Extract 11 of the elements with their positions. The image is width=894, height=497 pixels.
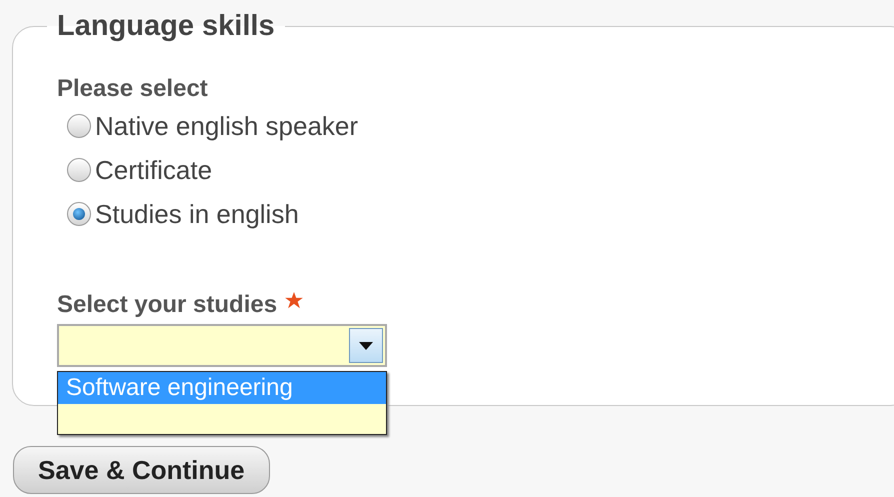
radio-button[interactable]: [67, 158, 91, 182]
radio-option[interactable]: Native english speaker: [67, 110, 358, 142]
question-label: Please select: [57, 74, 208, 104]
legend-title: Language skills: [56, 9, 276, 44]
radio-option[interactable]: Studies in english: [67, 198, 299, 230]
radio-option[interactable]: Certificate: [67, 154, 212, 186]
radio-button[interactable]: [67, 114, 91, 138]
caret-icon[interactable]: [349, 328, 383, 363]
radio-button[interactable]: [67, 202, 91, 226]
save-continue-button[interactable]: Save & Continue: [13, 446, 270, 494]
field-label: Select your studies: [57, 290, 278, 320]
